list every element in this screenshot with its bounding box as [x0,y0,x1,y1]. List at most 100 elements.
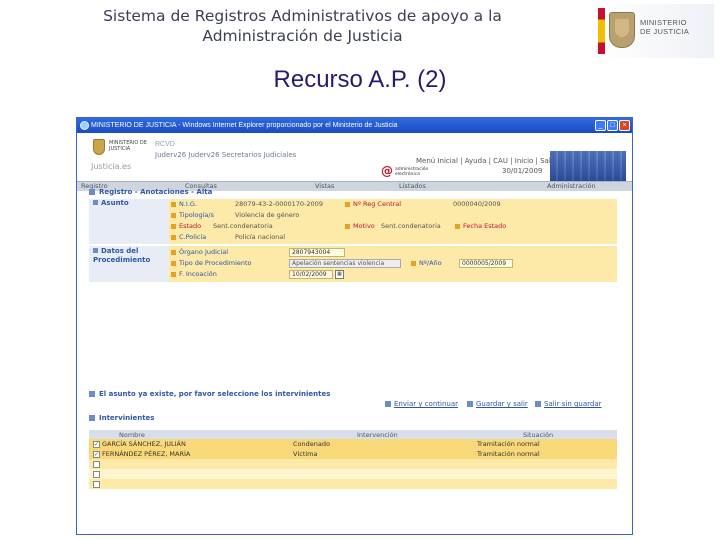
procedimiento-label-text: Datos del Procedimiento [93,247,151,264]
nreg-value: 0000040/2009 [453,200,501,208]
motivo-label: Motivo [353,222,375,230]
crest-icon [93,139,105,155]
guardar-salir-button[interactable]: Guardar y salir [467,400,528,408]
organo-row: Órgano Judicial [171,247,228,258]
tab-administracion[interactable]: Administración [547,182,596,191]
bullet-icon [171,260,176,266]
ministry-logo: MINISTERIO DE JUSTICIA [596,4,714,58]
situacion-cell: Tramitación normal [473,439,617,449]
bullet-icon [171,234,176,240]
table-row[interactable] [89,469,617,479]
nombre-cell: ✓ GARCÍA SÁNCHEZ, JULIÁN [89,439,289,449]
nombre-text: GARCÍA SÁNCHEZ, JULIÁN [102,440,186,448]
nombre-cell: ✓ FERNÁNDEZ PÉREZ, MARÍA [89,449,289,459]
notice-icon [89,391,95,397]
col-intervencion: Intervención [289,430,473,439]
tipo-procedimiento-select[interactable]: Apelación sentencias violencia [289,259,401,268]
cpolicia-label: C.Policía [179,233,207,241]
row-checkbox[interactable]: ✓ [93,440,100,448]
nsano-label: Nº/Año [419,259,442,267]
intervinientes-title: Intervinientes [89,414,154,422]
situacion-cell: Tramitación normal [473,449,617,459]
intervencion-cell: Víctima [289,449,473,459]
guardar-icon [467,401,473,407]
row-checkbox[interactable]: ✓ [93,450,100,458]
notice-text: El asunto ya existe, por favor seleccion… [99,390,331,398]
nombre-cell [89,459,289,469]
minimize-button[interactable]: _ [595,120,606,131]
organo-label: Órgano Judicial [179,248,229,256]
estado-row: Estado [171,221,201,232]
table-row[interactable] [89,479,617,489]
table-row[interactable]: ✓ FERNÁNDEZ PÉREZ, MARÍA Víctima Tramitac… [89,449,617,459]
internet-explorer-icon [80,121,89,130]
bullet-icon [455,223,460,229]
intervinientes-title-text: Intervinientes [99,414,155,422]
incoacion-field[interactable]: 10/02/2009 [289,270,333,279]
app-header: MINISTERIO DE JUSTICIA Justicia.es RCVD … [77,133,632,181]
table-row[interactable] [89,459,617,469]
coat-of-arms-icon [609,12,635,48]
procedimiento-label: Datos del Procedimiento [89,246,169,282]
close-button[interactable]: × [619,120,630,131]
enviar-icon [385,401,391,407]
row-checkbox[interactable] [93,470,100,478]
salir-sin-guardar-button[interactable]: Salir sin guardar [535,400,602,408]
browser-window: MINISTERIO DE JUSTICIA - Windows Interne… [76,117,633,535]
nsano-row: Nº/Año [411,258,442,269]
intervencion-cell [289,459,473,469]
current-date: 30/01/2009 [502,167,543,175]
spain-flag-icon [598,8,605,54]
bullet-icon [171,271,176,277]
top-links[interactable]: Menú Inicial | Ayuda | CAU | Inicio | Sa… [416,157,556,165]
fecha-estado-label: Fecha Estado [463,222,507,230]
tipo-row: Tipo de Procedimiento [171,258,252,269]
tab-vistas[interactable]: Vistas [315,182,334,191]
notice-message: El asunto ya existe, por favor seleccion… [89,390,330,398]
col-situacion: Situación [473,430,617,439]
organo-field[interactable]: 2807943004 [289,248,345,257]
section-title: Registro - Anotaciones - Alta [89,188,212,196]
incoacion-row: F. Incoación [171,269,217,280]
section-icon [89,189,95,195]
intervinientes-table: Nombre Intervención Situación ✓ GARCÍA SÁ… [89,430,617,489]
crest-text: MINISTERIO DE JUSTICIA [109,140,147,152]
table-row[interactable]: ✓ GARCÍA SÁNCHEZ, JULIÁN Condenado Tramit… [89,439,617,449]
bullet-icon [171,212,176,218]
maximize-button[interactable]: □ [607,120,618,131]
salir-icon [535,401,541,407]
nombre-cell [89,479,289,489]
slide-title-line-1: Sistema de Registros Administrativos de … [103,7,502,25]
tipologia-row: Tipología/s [171,210,214,221]
header-building-image [550,151,626,181]
nsano-field[interactable]: 0000005/2009 [459,259,513,268]
cpolicia-row: C.Policía [171,232,206,243]
motivo-row: Motivo [345,221,375,232]
enviar-continuar-button[interactable]: Enviar y continuar [385,400,458,408]
motivo-value: Sent.condenatoria [381,222,441,230]
justicia-domain: Justicia.es [91,162,132,171]
intervencion-cell: Condenado [289,439,473,449]
table-header-row: Nombre Intervención Situación [89,430,617,439]
intervencion-cell [289,469,473,479]
tipologia-value: Violencia de género [235,211,300,219]
browser-title: MINISTERIO DE JUSTICIA - Windows Interne… [91,122,398,129]
intervinientes-icon [89,415,95,421]
bullet-icon [411,260,416,266]
row-checkbox[interactable] [93,480,100,488]
nig-label: N.I.G. [179,200,198,208]
ministry-logo-line-1: MINISTERIO [640,18,687,27]
slide-title: Sistema de Registros Administrativos de … [10,6,595,46]
tipo-label: Tipo de Procedimiento [179,259,252,267]
asunto-label: Asunto [89,199,169,244]
row-checkbox[interactable] [93,460,100,468]
procedimiento-block: Datos del Procedimiento Órgano Judicial … [89,246,617,282]
salir-label: Salir sin guardar [544,400,602,408]
calendar-icon[interactable]: ▦ [335,270,344,279]
nreg-row: Nº Reg Central [345,199,401,210]
tab-listados[interactable]: Listados [399,182,426,191]
nig-value: 28079-43-2-0000170-2009 [235,200,323,208]
app-name: RCVD [155,141,175,148]
tipologia-label: Tipología/s [179,211,214,219]
nig-row: N.I.G. [171,199,197,210]
